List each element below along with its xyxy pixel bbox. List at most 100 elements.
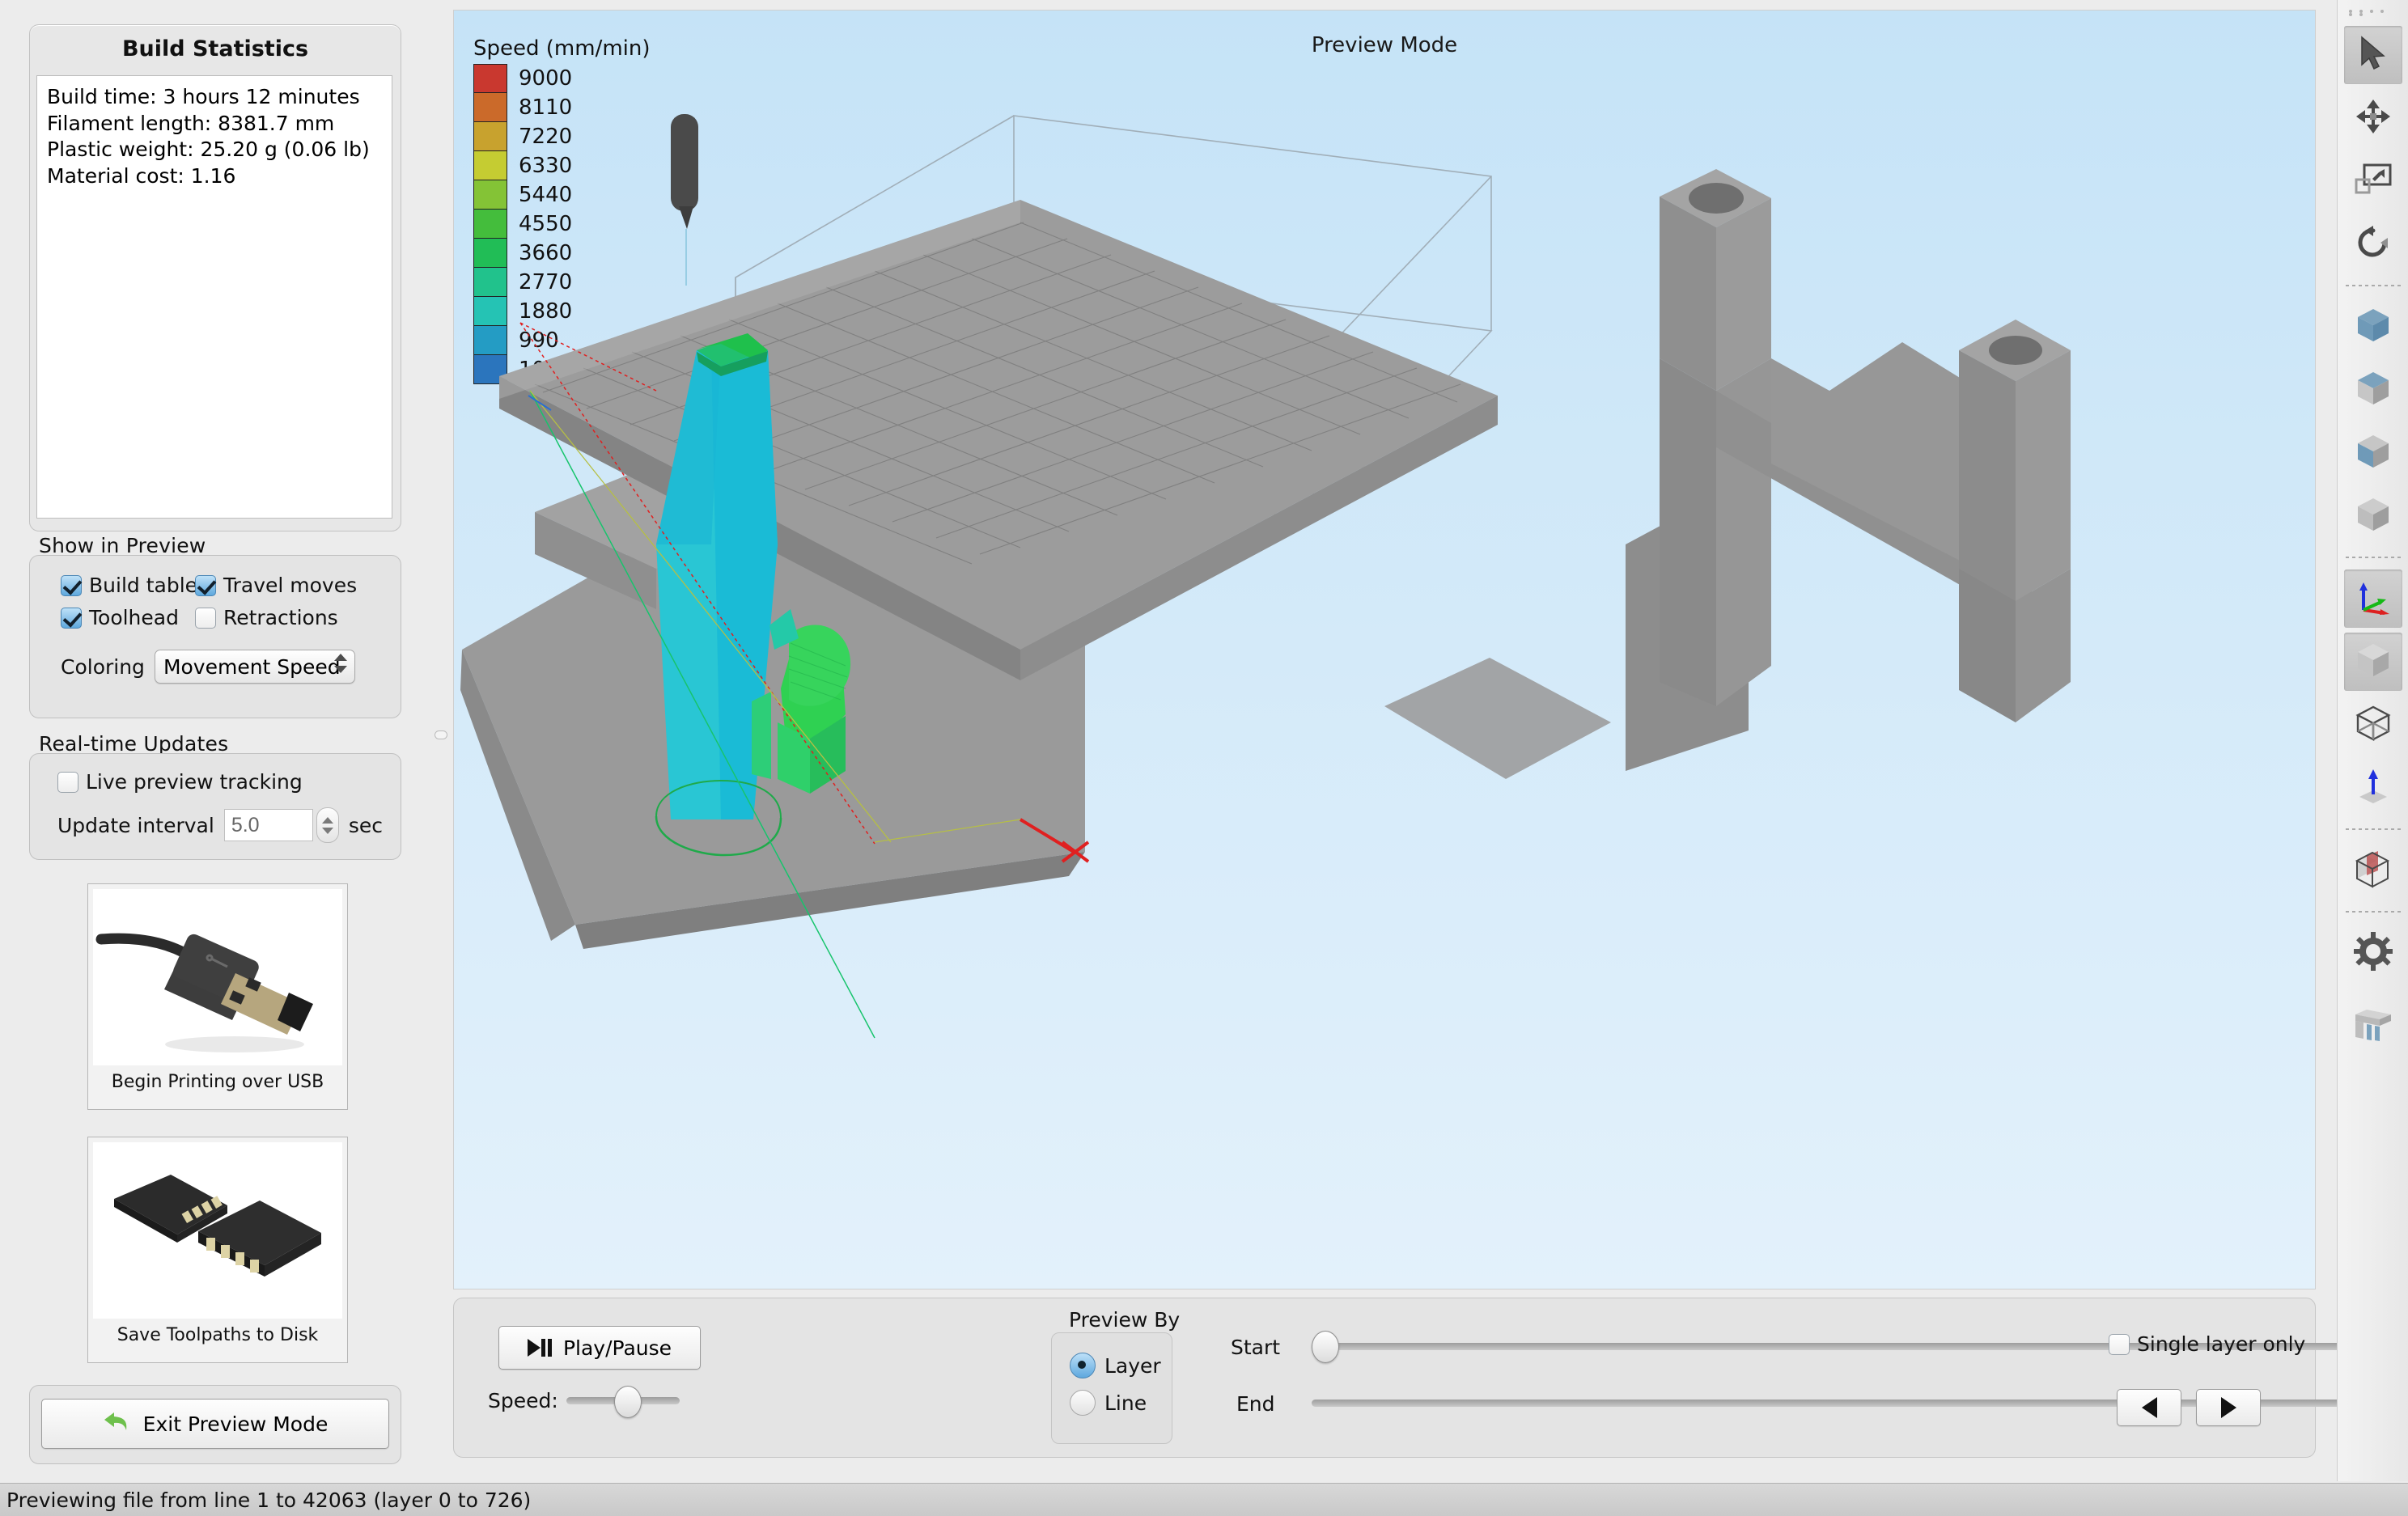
- radio-preview-by-line-label: Line: [1104, 1391, 1147, 1415]
- update-interval-stepper[interactable]: [316, 807, 339, 843]
- show-in-preview-title: Show in Preview: [39, 534, 206, 557]
- end-label: End: [1236, 1392, 1275, 1416]
- coloring-select[interactable]: Movement Speed: [154, 650, 355, 684]
- rotate-arrow-icon: [2354, 225, 2393, 264]
- previous-layer-button[interactable]: [2117, 1389, 2181, 1426]
- shaded-view-button[interactable]: [2344, 633, 2402, 691]
- checkbox-live-preview-tracking-label: Live preview tracking: [86, 770, 303, 794]
- checkbox-retractions-label: Retractions: [223, 606, 338, 629]
- checkbox-single-layer-only-box[interactable]: [2109, 1333, 2130, 1355]
- build-statistics-line-3: Material cost: 1.16: [47, 163, 236, 188]
- radio-preview-by-line-dot[interactable]: [1070, 1390, 1096, 1416]
- preview-by-title: Preview By: [1069, 1308, 1181, 1332]
- build-statistics-line-0: Build time: 3 hours 12 minutes: [47, 85, 360, 108]
- exit-preview-group: Exit Preview Mode: [29, 1385, 401, 1464]
- playback-speed-knob[interactable]: [614, 1385, 642, 1418]
- cross-section-icon: [2352, 849, 2394, 891]
- toolbar-separator-2: [2346, 557, 2401, 558]
- begin-printing-over-usb-label: Begin Printing over USB: [111, 1072, 324, 1092]
- normals-view-button[interactable]: [2344, 759, 2402, 817]
- exit-preview-mode-label: Exit Preview Mode: [142, 1412, 329, 1436]
- gear-icon: [2354, 932, 2393, 974]
- scale-box-icon: [2354, 162, 2393, 201]
- axes-icon: [2354, 578, 2393, 620]
- update-interval-input[interactable]: [223, 809, 313, 841]
- cube-wireframe-icon: [2353, 704, 2393, 746]
- update-interval-row: Update interval sec: [57, 807, 383, 843]
- checkbox-retractions[interactable]: Retractions: [195, 606, 338, 629]
- realtime-updates-group: Live preview tracking Update interval se…: [29, 753, 401, 860]
- update-interval-unit: sec: [348, 813, 383, 837]
- checkbox-build-table-label: Build table: [89, 574, 198, 597]
- cross-section-view-button[interactable]: [2344, 841, 2402, 900]
- sd-cards-image: [93, 1142, 342, 1319]
- start-range-knob[interactable]: [1312, 1331, 1339, 1363]
- toolbar-separator-3: [2346, 828, 2401, 830]
- next-layer-button[interactable]: [2196, 1389, 2261, 1426]
- checkbox-live-preview-tracking-box[interactable]: [57, 771, 78, 793]
- play-pause-button[interactable]: Play/Pause: [498, 1326, 701, 1370]
- rotate-tool-button[interactable]: [2344, 215, 2402, 273]
- build-statistics-line-2: Plastic weight: 25.20 g (0.06 lb): [47, 138, 370, 161]
- view-iso-button[interactable]: [2344, 487, 2402, 545]
- supports-icon: [2352, 1006, 2394, 1045]
- begin-printing-over-usb-button[interactable]: Begin Printing over USB: [87, 883, 348, 1110]
- supports-button[interactable]: [2344, 997, 2402, 1055]
- preview-control-bar: Play/Pause Speed: Preview By Layer Line …: [453, 1298, 2408, 1458]
- checkbox-live-preview-tracking[interactable]: Live preview tracking: [57, 770, 303, 794]
- toolbar-drag-handle[interactable]: [2349, 10, 2397, 18]
- realtime-updates-title: Real-time Updates: [39, 732, 229, 756]
- toolbar-separator-4: [2346, 911, 2401, 913]
- checkbox-travel-moves[interactable]: Travel moves: [195, 574, 357, 597]
- 3d-scene: [460, 114, 2071, 1039]
- triangle-left-icon: [2141, 1397, 2157, 1418]
- view-front-button[interactable]: [2344, 298, 2402, 356]
- checkbox-travel-moves-box[interactable]: [195, 574, 216, 596]
- status-bar: Previewing file from line 1 to 42063 (la…: [0, 1483, 2408, 1516]
- preview-by-group: Layer Line: [1051, 1332, 1172, 1444]
- exit-preview-mode-button[interactable]: Exit Preview Mode: [41, 1399, 389, 1449]
- right-toolbar: [2337, 0, 2408, 1481]
- play-pause-label: Play/Pause: [562, 1336, 672, 1360]
- checkbox-single-layer-only[interactable]: Single layer only: [2109, 1332, 2305, 1356]
- status-bar-text: Previewing file from line 1 to 42063 (la…: [6, 1488, 532, 1512]
- checkbox-build-table[interactable]: Build table: [61, 574, 197, 597]
- radio-preview-by-layer-label: Layer: [1104, 1353, 1161, 1378]
- radio-preview-by-layer-dot[interactable]: [1070, 1353, 1096, 1378]
- checkbox-toolhead-label: Toolhead: [89, 606, 179, 629]
- radio-preview-by-layer[interactable]: Layer: [1070, 1353, 1161, 1378]
- checkbox-retractions-box[interactable]: [195, 607, 216, 629]
- build-statistics-line-1: Filament length: 8381.7 mm: [47, 111, 335, 135]
- 3d-preview-viewport[interactable]: Preview Mode Speed (mm/min) 9000 8110 7220…: [453, 10, 2316, 1289]
- move-tool-button[interactable]: [2344, 89, 2402, 147]
- move-arrows-icon: [2355, 98, 2392, 138]
- play-pause-icon: [527, 1339, 552, 1357]
- playback-speed-slider[interactable]: [566, 1385, 680, 1418]
- cube-top-icon: [2353, 369, 2393, 411]
- sidebar-splitter[interactable]: [427, 0, 453, 1481]
- show-axes-button[interactable]: [2344, 570, 2402, 628]
- update-interval-label: Update interval: [57, 813, 214, 837]
- settings-button[interactable]: [2344, 924, 2402, 982]
- build-statistics-text: Build time: 3 hours 12 minutes Filament l…: [36, 75, 392, 519]
- save-toolpaths-to-disk-button[interactable]: Save Toolpaths to Disk: [87, 1137, 348, 1363]
- splitter-grip[interactable]: [435, 730, 447, 739]
- start-label: Start: [1231, 1336, 1281, 1359]
- playback-speed-row: Speed:: [488, 1385, 680, 1418]
- checkbox-toolhead-box[interactable]: [61, 607, 82, 629]
- coloring-row: Coloring Movement Speed: [61, 650, 355, 684]
- wireframe-view-button[interactable]: [2344, 696, 2402, 754]
- cube-front-icon: [2353, 306, 2393, 348]
- build-statistics-heading: Build Statistics: [121, 36, 309, 61]
- checkbox-toolhead[interactable]: Toolhead: [61, 606, 179, 629]
- view-top-button[interactable]: [2344, 361, 2402, 419]
- left-sidebar: Build Statistics Build time: 3 hours 12 …: [0, 0, 427, 1481]
- view-side-button[interactable]: [2344, 424, 2402, 482]
- checkbox-build-table-box[interactable]: [61, 574, 82, 596]
- chevron-updown-icon: [333, 654, 347, 681]
- coloring-select-value: Movement Speed: [163, 654, 341, 679]
- scale-tool-button[interactable]: [2344, 152, 2402, 210]
- radio-preview-by-line[interactable]: Line: [1070, 1390, 1147, 1416]
- save-toolpaths-to-disk-label: Save Toolpaths to Disk: [117, 1325, 319, 1345]
- select-tool-button[interactable]: [2344, 26, 2402, 84]
